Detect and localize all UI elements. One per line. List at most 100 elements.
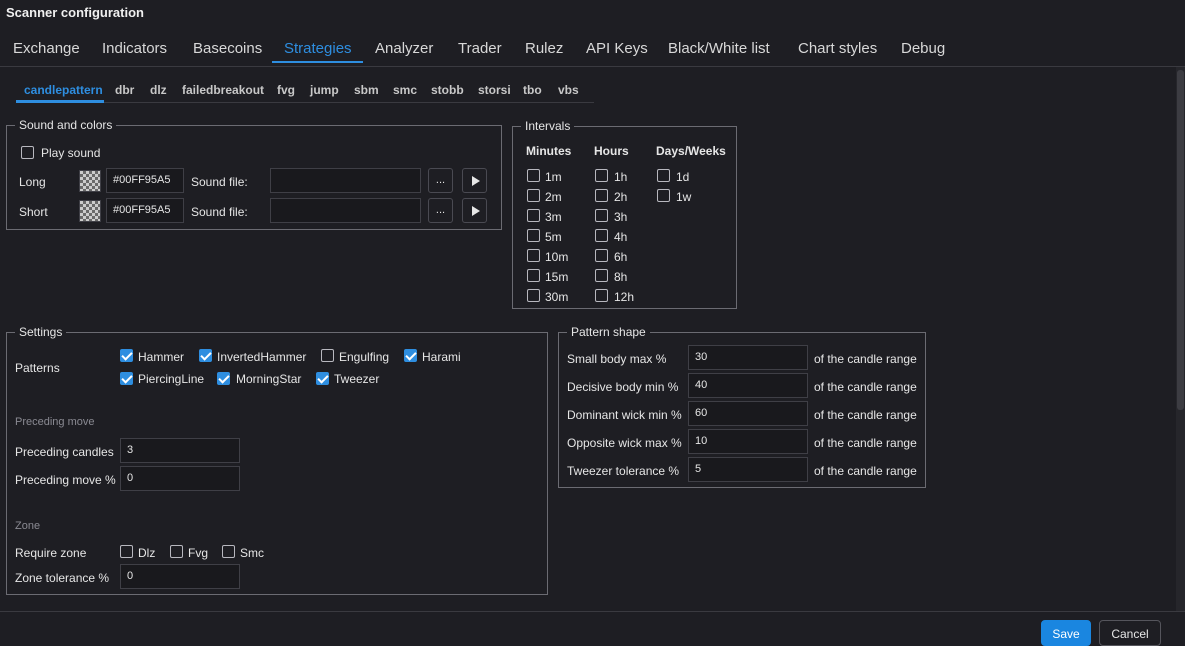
interval-30m-checkbox[interactable] [527,289,540,302]
interval-1h-checkbox[interactable] [595,169,608,182]
sound-colors-legend: Sound and colors [15,118,117,132]
long-color-swatch[interactable] [79,170,101,192]
active-tab-indicator [272,61,363,63]
interval-6h-checkbox[interactable] [595,249,608,262]
interval-3h-checkbox[interactable] [595,209,608,222]
interval-1w-label: 1w [676,190,692,204]
long-color-input[interactable]: #00FF95A5 [106,168,184,193]
subtab-smc[interactable]: smc [393,83,417,97]
subtab-fvg[interactable]: fvg [277,83,295,97]
dominant-wick-min-label: Dominant wick min % [567,408,682,422]
interval-3h-label: 3h [614,210,628,224]
decisive-body-min-input[interactable]: 40 [688,373,808,398]
cancel-button[interactable]: Cancel [1099,620,1161,646]
interval-12h-checkbox[interactable] [595,289,608,302]
tab-exchange[interactable]: Exchange [13,40,80,57]
interval-1d-label: 1d [676,170,690,184]
tab-debug[interactable]: Debug [901,40,945,57]
long-play-button[interactable] [462,168,487,193]
interval-3m-checkbox[interactable] [527,209,540,222]
save-button[interactable]: Save [1041,620,1091,646]
interval-1m-checkbox[interactable] [527,169,540,182]
settings-legend: Settings [15,325,67,339]
interval-15m-checkbox[interactable] [527,269,540,282]
tab-strategies[interactable]: Strategies [284,40,352,57]
long-browse-button[interactable]: ... [428,168,453,193]
pattern-piercingline-checkbox[interactable] [120,372,133,385]
interval-2h-checkbox[interactable] [595,189,608,202]
scrollbar-thumb[interactable] [1177,70,1184,410]
pattern-morningstar-label: MorningStar [236,372,302,386]
interval-5m-label: 5m [545,230,562,244]
pattern-morningstar-checkbox[interactable] [217,372,230,385]
subtab-dbr[interactable]: dbr [115,83,134,97]
short-color-swatch[interactable] [79,200,101,222]
opposite-wick-max-label: Opposite wick max % [567,436,682,450]
subtab-tbo[interactable]: tbo [523,83,542,97]
zone-dlz-label: Dlz [138,546,156,560]
preceding-candles-input[interactable]: 3 [120,438,240,463]
tab-trader[interactable]: Trader [458,40,502,57]
pattern-harami-checkbox[interactable] [404,349,417,362]
short-browse-button[interactable]: ... [428,198,453,223]
tweezer-tolerance-input[interactable]: 5 [688,457,808,482]
subtab-storsi[interactable]: storsi [478,83,511,97]
pattern-shape-group: Pattern shape Small body max % 30 of the… [558,325,926,488]
tab-chart-styles[interactable]: Chart styles [798,40,877,57]
window-title: Scanner configuration [6,5,144,20]
days-weeks-header: Days/Weeks [656,144,726,158]
zone-tolerance-input[interactable]: 0 [120,564,240,589]
dominant-wick-min-input[interactable]: 60 [688,401,808,426]
subtab-stobb[interactable]: stobb [431,83,464,97]
dominant-wick-min-suffix: of the candle range [814,408,917,422]
pattern-hammer-label: Hammer [138,350,185,364]
interval-2m-label: 2m [545,190,562,204]
long-sound-file-input[interactable] [270,168,421,193]
tab-analyzer[interactable]: Analyzer [375,40,433,57]
zone-fvg-label: Fvg [188,546,209,560]
tab-black-white-list[interactable]: Black/White list [668,40,770,57]
zone-section: Zone [15,520,41,532]
small-body-max-input[interactable]: 30 [688,345,808,370]
tab-basecoins[interactable]: Basecoins [193,40,262,57]
short-color-input[interactable]: #00FF95A5 [106,198,184,223]
zone-dlz-checkbox[interactable] [120,545,133,558]
opposite-wick-max-input[interactable]: 10 [688,429,808,454]
interval-1w-checkbox[interactable] [657,189,670,202]
pattern-tweezer-checkbox[interactable] [316,372,329,385]
decisive-body-min-label: Decisive body min % [567,380,679,394]
tab-rulez[interactable]: Rulez [525,40,563,57]
subtab-candlepattern[interactable]: candlepattern [24,83,103,97]
patterns-label: Patterns [15,361,60,375]
small-body-max-suffix: of the candle range [814,352,917,366]
short-play-button[interactable] [462,198,487,223]
subtab-dlz[interactable]: dlz [150,83,167,97]
play-icon [472,206,480,216]
minutes-header: Minutes [526,144,572,158]
short-sound-file-input[interactable] [270,198,421,223]
subtab-failedbreakout[interactable]: failedbreakout [182,83,264,97]
interval-10m-checkbox[interactable] [527,249,540,262]
interval-5m-checkbox[interactable] [527,229,540,242]
interval-1d-checkbox[interactable] [657,169,670,182]
long-label: Long [19,175,46,189]
interval-2m-checkbox[interactable] [527,189,540,202]
zone-tolerance-label: Zone tolerance % [15,571,110,585]
interval-4h-checkbox[interactable] [595,229,608,242]
tab-api-keys[interactable]: API Keys [586,40,648,57]
pattern-invertedhammer-checkbox[interactable] [199,349,212,362]
zone-smc-checkbox[interactable] [222,545,235,558]
subtab-vbs[interactable]: vbs [558,83,579,97]
decisive-body-min-suffix: of the candle range [814,380,917,394]
preceding-move-input[interactable]: 0 [120,466,240,491]
subtab-sbm[interactable]: sbm [354,83,379,97]
subtab-jump[interactable]: jump [310,83,339,97]
interval-8h-checkbox[interactable] [595,269,608,282]
play-sound-checkbox[interactable] [21,146,34,159]
pattern-engulfing-checkbox[interactable] [321,349,334,362]
play-icon [472,176,480,186]
pattern-invertedhammer-label: InvertedHammer [217,350,307,364]
pattern-hammer-checkbox[interactable] [120,349,133,362]
tab-indicators[interactable]: Indicators [102,40,167,57]
zone-fvg-checkbox[interactable] [170,545,183,558]
